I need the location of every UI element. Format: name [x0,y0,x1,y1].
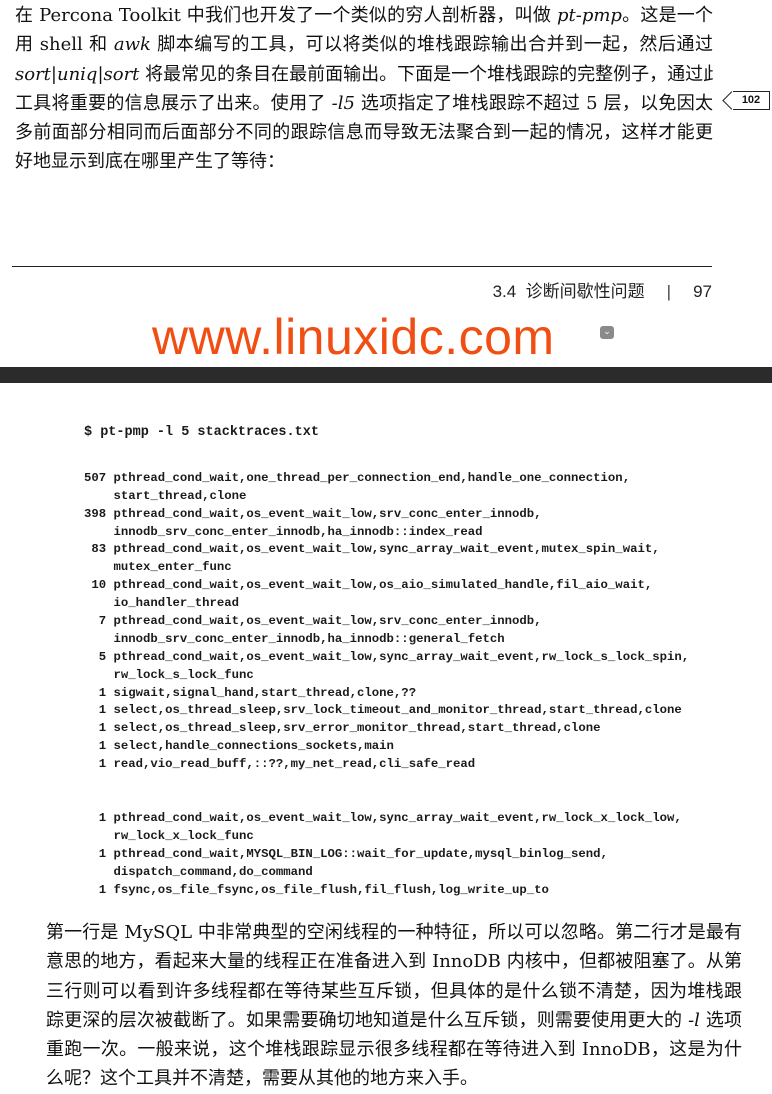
watermark: www.linuxidc.com [152,309,555,365]
paragraph-line: 踪更深的层次被截断了。如果需要确切地知道是什么互斥锁，则需要使用更大的 -l 选… [46,1006,742,1035]
code-group-2: 1 pthread_cond_wait,os_event_wait_low,sy… [84,810,689,899]
text-run: 。这是一个 [621,5,713,26]
code-line: start_thread,clone [84,488,247,503]
text-run: 三行则可以看到许多线程都在等待某些互斥锁，但具体的是什么锁不清楚，因为堆栈跟 [46,980,742,1002]
code-term: awk [113,34,151,56]
paragraph-line: 意思的地方，看起来大量的线程正在准备进入到 InnoDB 内核中，但都被阻塞了。… [46,947,742,976]
section-title: 3.4 诊断间歇性问题 [492,282,645,301]
paragraph-line: 么呢？这个工具并不清楚，需要从其他的地方来入手。 [46,1064,742,1093]
code-line: innodb_srv_conc_enter_innodb,ha_innodb::… [84,524,483,539]
code-line: 398 pthread_cond_wait,os_event_wait_low,… [84,506,542,521]
text-run: 工具将重要的信息展示了出来。使用了 [15,92,332,114]
text-run: 将最常见的条目在最前面输出。下面是一个堆栈跟踪的完整例子，通过此 [139,63,713,85]
paragraph-line: 重跑一次。一般来说，这个堆栈跟踪显示很多线程都在等待进入到 InnoDB，这是为… [46,1035,742,1064]
intro-paragraph: 在 Percona Toolkit 中我们也开发了一个类似的穷人剖析器，叫做 p… [15,1,713,177]
code-line: 507 pthread_cond_wait,one_thread_per_con… [84,470,631,485]
paragraph-line: 三行则可以看到许多线程都在等待某些互斥锁，但具体的是什么锁不清楚，因为堆栈跟 [46,977,742,1006]
text-run: 脚本编写的工具，可以将类似的堆栈跟踪输出合并到一起，然后通过 [150,34,713,56]
code-line: mutex_enter_func [84,560,232,575]
code-line: 83 pthread_cond_wait,os_event_wait_low,s… [84,542,660,557]
code-line: innodb_srv_conc_enter_innodb,ha_innodb::… [84,631,505,646]
page-footer-rule [12,266,712,267]
code-line: 7 pthread_cond_wait,os_event_wait_low,sr… [84,614,542,629]
code-line: dispatch_command,do_command [84,864,313,879]
text-run: 意思的地方，看起来大量的线程正在准备进入到 InnoDB 内核中，但都被阻塞了。… [46,951,742,973]
chevron-down-icon[interactable]: ⌄ [600,326,614,339]
paragraph-line: sort|uniq|sort 将最常见的条目在最前面输出。下面是一个堆栈跟踪的完… [15,60,713,89]
explanation-paragraph: 第一行是 MySQL 中非常典型的空闲线程的一种特征，所以可以忽略。第二行才是最… [46,918,742,1094]
paragraph-line: 用 shell 和 awk 脚本编写的工具，可以将类似的堆栈跟踪输出合并到一起，… [15,30,713,59]
page-divider-band [0,367,772,383]
paragraph-line: 在 Percona Toolkit 中我们也开发了一个类似的穷人剖析器，叫做 p… [15,1,713,30]
code-term: -l5 [331,92,355,114]
code-line: rw_lock_x_lock_func [84,828,254,843]
text-run: 多前面部分相同而后面部分不同的跟踪信息而导致无法聚合到一起的情况，这样才能更 [15,122,713,144]
text-run: 选项指定了堆栈跟踪不超过 5 层，以免因太 [354,92,713,114]
code-line: io_handler_thread [84,596,239,611]
text-run: 用 shell 和 [15,34,114,56]
paragraph-line: 多前面部分相同而后面部分不同的跟踪信息而导致无法聚合到一起的情况，这样才能更 [15,118,713,147]
paragraph-line: 工具将重要的信息展示了出来。使用了 -l5 选项指定了堆栈跟踪不超过 5 层，以… [15,89,713,118]
paragraph-line: 好地显示到底在哪里产生了等待： [15,147,713,176]
page-number: 97 [693,282,712,301]
text-run: 第一行是 MySQL 中非常典型的空闲线程的一种特征，所以可以忽略。第二行才是最… [46,922,742,943]
code-line: 1 select,os_thread_sleep,srv_error_monit… [84,721,601,736]
text-run: 选项 [699,1009,742,1031]
code-line: 1 select,os_thread_sleep,srv_lock_timeou… [84,703,682,718]
code-line: 1 read,vio_read_buff,::??,my_net_read,cl… [84,757,476,772]
code-line: 5 pthread_cond_wait,os_event_wait_low,sy… [84,649,690,664]
code-line: rw_lock_s_lock_func [84,667,254,682]
code-line: 1 pthread_cond_wait,MYSQL_BIN_LOG::wait_… [84,846,608,861]
code-line: 1 sigwait,signal_hand,start_thread,clone… [84,685,417,700]
code-term: -l [688,1009,700,1031]
code-line: 10 pthread_cond_wait,os_event_wait_low,o… [84,578,653,593]
text-run: 在 Percona Toolkit 中我们也开发了一个类似的穷人剖析器，叫做 [15,5,557,26]
margin-page-reference: 102 [733,91,770,110]
code-term: pt-pmp [556,5,622,26]
code-line: 1 pthread_cond_wait,os_event_wait_low,sy… [84,811,682,826]
code-command: $ pt-pmp -l 5 stacktraces.txt [84,425,319,440]
text-run: 重跑一次。一般来说，这个堆栈跟踪显示很多线程都在等待进入到 InnoDB，这是为… [46,1039,742,1061]
code-line: 1 select,handle_connections_sockets,main [84,739,394,754]
separator: | [666,282,672,301]
code-line: 1 fsync,os_file_fsync,os_file_flush,fil_… [84,882,549,897]
text-run: 踪更深的层次被截断了。如果需要确切地知道是什么互斥锁，则需要使用更大的 [46,1009,689,1031]
code-group-1: 507 pthread_cond_wait,one_thread_per_con… [84,470,689,774]
running-footer: 3.4 诊断间歇性问题 | 97 [493,277,712,302]
code-term: sort|uniq|sort [15,63,140,85]
text-run: 好地显示到底在哪里产生了等待： [15,151,285,173]
paragraph-line: 第一行是 MySQL 中非常典型的空闲线程的一种特征，所以可以忽略。第二行才是最… [46,918,742,947]
code-listing: $ pt-pmp -l 5 stacktraces.txt 507 pthrea… [84,424,689,899]
